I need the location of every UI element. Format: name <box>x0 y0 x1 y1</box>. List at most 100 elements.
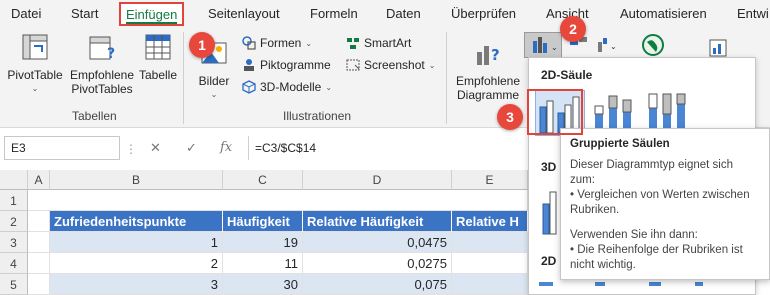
3d-models-label: 3D-Modelle <box>260 80 322 94</box>
select-all-corner[interactable] <box>0 170 28 190</box>
step-badge-3: 3 <box>497 104 523 130</box>
step-badge-1: 1 <box>189 32 215 58</box>
row-header-1[interactable]: 1 <box>0 190 28 211</box>
tooltip-description: Dieser Diagrammtyp eignet sich zum: <box>570 159 733 186</box>
section-title-2d-bar: 2D <box>541 254 557 268</box>
screenshot-button[interactable]: Screenshot ⌄ <box>346 58 435 72</box>
svg-text:?: ? <box>491 46 500 64</box>
group-label-illustrations: Illustrationen <box>283 109 352 123</box>
tab-automatisieren[interactable]: Automatisieren <box>620 6 707 21</box>
table-cell[interactable]: 0,0275 <box>303 253 452 274</box>
pivottable-button[interactable]: PivotTable ⌄ <box>4 32 66 96</box>
table-cell[interactable]: 0,075 <box>303 274 452 295</box>
cell-a5[interactable] <box>28 274 50 295</box>
svg-text:?: ? <box>107 46 115 62</box>
tab-ueberpruefen[interactable]: Überprüfen <box>451 6 516 21</box>
pivotchart-icon <box>709 39 727 57</box>
tab-datei[interactable]: Datei <box>11 6 41 21</box>
header-cell-frequency[interactable]: Häufigkeit <box>223 211 303 232</box>
pivottable-label: PivotTable <box>7 68 63 82</box>
tab-einfuegen[interactable]: Einfügen <box>119 2 185 26</box>
insert-function-icon[interactable]: fx <box>220 140 232 155</box>
tooltip-title: Gruppierte Säulen <box>570 138 670 150</box>
2d-bar-options[interactable] <box>535 280 751 294</box>
smartart-icon <box>347 38 359 49</box>
tab-entwicklertools[interactable]: Entwi <box>737 6 769 21</box>
table-cell[interactable] <box>452 274 528 295</box>
cell-a4[interactable] <box>28 253 50 274</box>
smartart-button[interactable]: SmartArt <box>346 36 411 50</box>
table-cell[interactable]: 1 <box>50 232 223 253</box>
column-header-d[interactable]: D <box>303 170 452 190</box>
cell-a3[interactable] <box>28 232 50 253</box>
tooltip-usecase: • Vergleichen von Werten zwischen Rubrik… <box>570 189 750 216</box>
more-options-icon[interactable]: ⋮ <box>125 142 137 156</box>
row-header-3[interactable]: 3 <box>0 232 28 253</box>
cube-icon <box>242 80 256 94</box>
recommended-charts-button[interactable]: ? Empfohlene Diagramme <box>452 38 524 102</box>
3d-column-icon <box>542 191 557 235</box>
table-button[interactable]: Tabelle <box>138 32 178 82</box>
table-cell[interactable] <box>452 232 528 253</box>
row-1-cells[interactable] <box>28 190 528 211</box>
3d-models-button[interactable]: 3D-Modelle ⌄ <box>242 80 332 94</box>
tooltip-when: Verwenden Sie ihn dann: <box>570 229 698 241</box>
column-header-b[interactable]: B <box>50 170 223 190</box>
tab-einfuegen-label: Einfügen <box>126 7 178 24</box>
table-cell[interactable]: 19 <box>223 232 303 253</box>
pivottable-icon <box>22 34 48 60</box>
table-cell[interactable]: 3 <box>50 274 223 295</box>
recommended-pivot-label-2: PivotTables <box>71 82 133 96</box>
tab-daten[interactable]: Daten <box>386 6 421 21</box>
row-header-2[interactable]: 2 <box>0 211 28 232</box>
table-cell[interactable]: 2 <box>50 253 223 274</box>
column-header-c[interactable]: C <box>223 170 303 190</box>
recommended-charts-label-2: Diagramme <box>456 88 519 102</box>
3d-clustered-column-option[interactable] <box>539 182 559 238</box>
formula-input[interactable]: =C3/$C$14 <box>248 136 528 160</box>
recommended-pivottable-icon: ? <box>89 36 115 62</box>
chevron-down-icon: ⌄ <box>325 82 333 92</box>
screenshot-label: Screenshot <box>364 58 425 72</box>
ribbon-tabs: Datei Start Einfügen Seitenlayout Formel… <box>0 0 770 28</box>
pictograms-label: Piktogramme <box>260 58 331 72</box>
column-header-a[interactable]: A <box>28 170 50 190</box>
table-cell[interactable]: 30 <box>223 274 303 295</box>
chart-type-tooltip: Gruppierte Säulen Dieser Diagrammtyp eig… <box>560 128 770 280</box>
waterfall-chart-icon: ⌄ <box>598 38 617 52</box>
section-title-2d-column: 2D-Säule <box>541 68 593 82</box>
chevron-down-icon: ⌄ <box>31 84 39 93</box>
cancel-icon[interactable]: ✕ <box>150 140 161 156</box>
header-cell-relative-h[interactable]: Relative H <box>452 211 528 232</box>
confirm-icon[interactable]: ✓ <box>186 140 197 156</box>
row-header-5[interactable]: 5 <box>0 274 28 295</box>
row-header-4[interactable]: 4 <box>0 253 28 274</box>
header-cell-points[interactable]: Zufriedenheitspunkte <box>50 211 223 232</box>
header-cell-relative-frequency[interactable]: Relative Häufigkeit <box>303 211 452 232</box>
column-chart-dropdown-button[interactable]: ⌄ <box>524 32 562 58</box>
column-chart-icon: ⌄ <box>533 37 558 53</box>
step-badge-2: 2 <box>560 16 586 42</box>
recommended-pivottables-button[interactable]: ? Empfohlene PivotTables <box>66 32 138 96</box>
group-divider <box>183 32 184 124</box>
waterfall-chart-button[interactable]: ⌄ <box>596 34 622 56</box>
name-box[interactable]: E3 <box>4 136 120 160</box>
tab-seitenlayout[interactable]: Seitenlayout <box>208 6 280 21</box>
tab-formeln[interactable]: Formeln <box>310 6 358 21</box>
group-label-tables: Tabellen <box>72 109 117 123</box>
tab-start[interactable]: Start <box>71 6 98 21</box>
shapes-button[interactable]: Formen ⌄ <box>242 36 312 50</box>
recommended-charts-icon: ? <box>477 46 500 65</box>
cell-a2[interactable] <box>28 211 50 232</box>
maps-button[interactable] <box>640 32 666 58</box>
pivotchart-button[interactable] <box>708 38 728 58</box>
chevron-down-icon: ⌄ <box>428 60 436 70</box>
column-header-e[interactable]: E <box>452 170 528 190</box>
table-cell[interactable]: 11 <box>223 253 303 274</box>
table-cell[interactable]: 0,0475 <box>303 232 452 253</box>
pictograms-button[interactable]: Piktogramme <box>242 58 331 72</box>
table-cell[interactable] <box>452 253 528 274</box>
table-icon <box>145 34 171 60</box>
smartart-label: SmartArt <box>364 36 412 50</box>
screenshot-icon <box>346 59 360 71</box>
